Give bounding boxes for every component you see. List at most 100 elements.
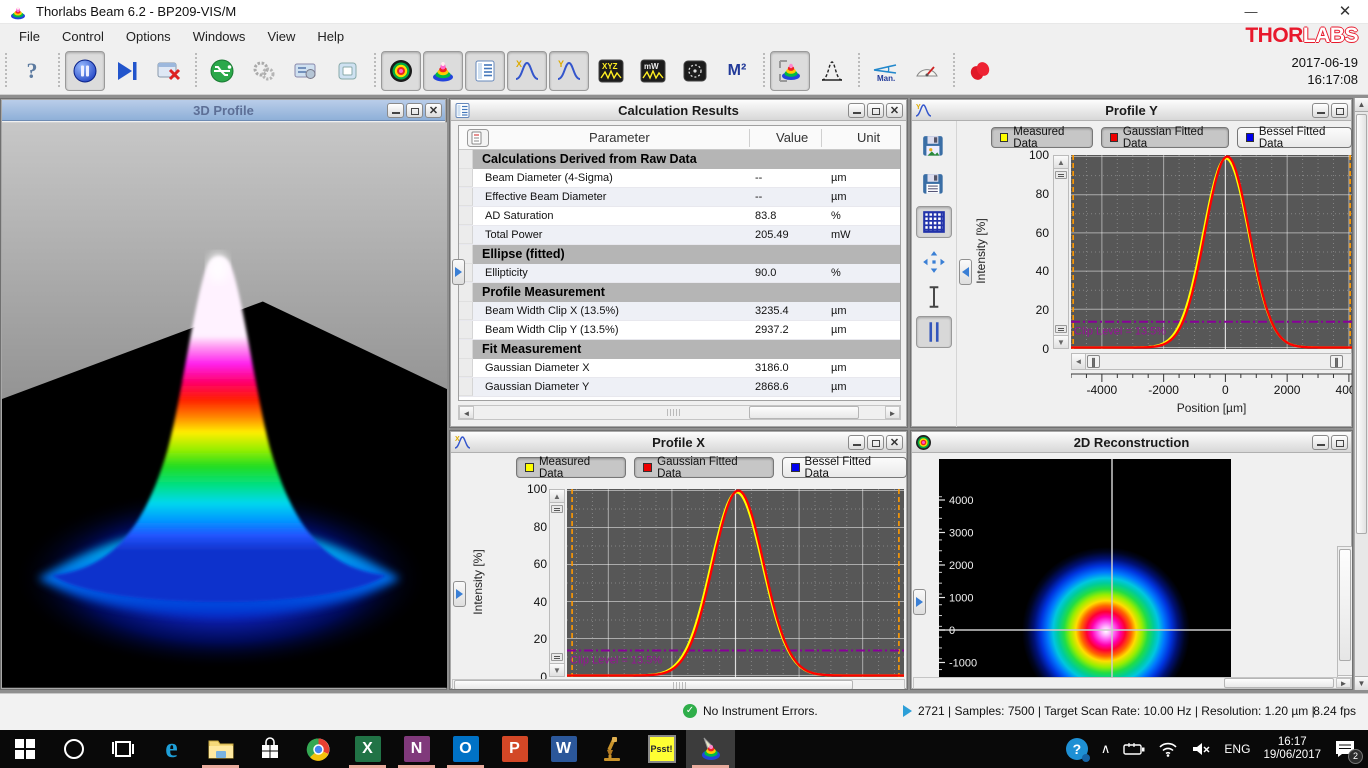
menu-help[interactable]: Help <box>306 26 355 47</box>
row-gutter[interactable] <box>459 150 473 169</box>
tray-help-icon[interactable]: ? <box>1066 738 1088 760</box>
3d-minimize-button[interactable] <box>387 103 404 118</box>
gauge-button[interactable] <box>907 51 947 91</box>
xyz-plot-button[interactable]: XYZ <box>591 51 631 91</box>
powerpoint[interactable]: P <box>490 730 539 768</box>
3d-close-button[interactable]: ✕ <box>425 103 442 118</box>
scroll-up-arrow[interactable]: ▲ <box>1355 98 1368 112</box>
recon-2d-view-button[interactable] <box>381 51 421 91</box>
profile_x-collapse-arrow[interactable] <box>453 581 466 607</box>
word[interactable]: W <box>539 730 588 768</box>
cortana-search-button[interactable] <box>49 730 98 768</box>
task-view-button[interactable] <box>98 730 147 768</box>
profile-3d-view-button[interactable] <box>423 51 463 91</box>
tray-chevron-icon[interactable]: ∧ <box>1101 741 1111 757</box>
slider-handle-bottom[interactable] <box>1055 325 1067 333</box>
msquared-button[interactable]: M² <box>717 51 757 91</box>
table-row[interactable]: Gaussian Diameter X3186.0µm <box>459 359 900 378</box>
profile-y-view-button[interactable]: Y <box>549 51 589 91</box>
menu-control[interactable]: Control <box>51 26 115 47</box>
app-minimize-button[interactable]: — <box>1236 4 1266 20</box>
profile-x-view-button[interactable]: X <box>507 51 547 91</box>
excel[interactable]: X <box>343 730 392 768</box>
recon-maximize-button[interactable] <box>1331 435 1348 450</box>
device-settings-button[interactable] <box>244 51 284 91</box>
recon-hscrollbar[interactable]: ► <box>913 677 1352 689</box>
calc-hscrollbar[interactable]: ◄ ► <box>458 405 901 420</box>
recon-2d-image[interactable]: 40003000200010000-1000-2000 <box>939 459 1231 689</box>
slider-up-arrow[interactable]: ▲ <box>550 490 564 503</box>
3d-profile-titlebar[interactable]: 3D Profile ✕ <box>2 100 445 121</box>
slider-left-arrow[interactable]: ◄ <box>1072 354 1086 369</box>
row-gutter[interactable] <box>459 359 473 377</box>
windows-store[interactable] <box>245 730 294 768</box>
calc-collapse-arrow[interactable] <box>452 259 465 285</box>
recon-vscrollbar[interactable]: ▼ <box>1337 546 1353 689</box>
tray-language[interactable]: ENG <box>1224 742 1250 756</box>
app-vscrollbar[interactable]: ▲ ▼ <box>1354 98 1368 690</box>
table-row[interactable]: Beam Diameter (4-Sigma)--µm <box>459 169 900 188</box>
table-row[interactable]: Beam Width Clip Y (13.5%)2937.2µm <box>459 321 900 340</box>
slider-handle-top[interactable] <box>1055 171 1067 179</box>
eraser-button[interactable] <box>960 51 1000 91</box>
menu-options[interactable]: Options <box>115 26 182 47</box>
table-row[interactable]: Total Power205.49mW <box>459 226 900 245</box>
profile_x-plot[interactable]: Clip Level = 13.5% <box>567 489 904 677</box>
app-close-button[interactable]: ✕ <box>1330 4 1360 20</box>
scroll-thumb[interactable] <box>1356 114 1367 534</box>
legend-bessel-fitted-data[interactable]: Bessel Fitted Data <box>782 457 907 478</box>
wifi-icon[interactable] <box>1158 741 1178 757</box>
slider-handle-top[interactable] <box>551 505 563 513</box>
menu-view[interactable]: View <box>256 26 306 47</box>
legend-measured-data[interactable]: Measured Data <box>516 457 626 478</box>
chrome-browser[interactable] <box>294 730 343 768</box>
slider-thumb-left[interactable]: ∥ <box>1087 355 1100 368</box>
camera-view-button[interactable] <box>675 51 715 91</box>
legend-measured-data[interactable]: Measured Data <box>991 127 1093 148</box>
table-row[interactable]: Gaussian Diameter Y2868.6µm <box>459 378 900 397</box>
calc-titlebar[interactable]: Calculation Results ✕ <box>451 100 906 121</box>
profile_x-hscrollbar[interactable] <box>452 679 905 690</box>
row-gutter[interactable] <box>459 340 473 359</box>
start-button[interactable] <box>0 730 49 768</box>
calc-maximize-button[interactable] <box>867 103 884 118</box>
row-gutter[interactable] <box>459 188 473 206</box>
slider-thumb-right[interactable]: ∥ <box>1330 355 1343 368</box>
row-gutter[interactable] <box>459 321 473 339</box>
usb-connect-button[interactable] <box>202 51 242 91</box>
col-unit[interactable]: Unit <box>857 130 880 145</box>
power-plot-button[interactable]: mW <box>633 51 673 91</box>
device-box-button[interactable] <box>328 51 368 91</box>
3d-maximize-button[interactable] <box>406 103 423 118</box>
profile_x-vslider[interactable]: ▲▼ <box>549 489 565 677</box>
calc-minimize-button[interactable] <box>848 103 865 118</box>
thorlabs-beam-app[interactable] <box>686 730 735 768</box>
battery-icon[interactable] <box>1123 742 1145 756</box>
3d-beam-surface[interactable] <box>2 121 447 689</box>
microscope-app[interactable] <box>588 730 637 768</box>
profile_y-vslider[interactable]: ▲▼ <box>1053 155 1069 349</box>
row-gutter[interactable] <box>459 207 473 225</box>
row-gutter[interactable] <box>459 302 473 320</box>
recon-minimize-button[interactable] <box>1312 435 1329 450</box>
close-window-button[interactable] <box>149 51 189 91</box>
legend-gaussian-fitted-data[interactable]: Gaussian Fitted Data <box>634 457 773 478</box>
row-gutter[interactable] <box>459 283 473 302</box>
table-row[interactable]: Effective Beam Diameter--µm <box>459 188 900 207</box>
menu-windows[interactable]: Windows <box>182 26 257 47</box>
beam-window-button[interactable] <box>770 51 810 91</box>
table-config-icon[interactable] <box>467 129 489 147</box>
profile_y-hslider[interactable]: ◄∥∥ <box>1071 353 1352 370</box>
slider-down-arrow[interactable]: ▼ <box>1054 335 1068 348</box>
notification-center-button[interactable]: 2 <box>1334 739 1356 759</box>
table-row[interactable]: Ellipticity90.0% <box>459 264 900 283</box>
app-titlebar[interactable]: Thorlabs Beam 6.2 - BP209-VIS/M — ✕ <box>0 0 1368 24</box>
volume-mute-icon[interactable] <box>1191 741 1211 757</box>
slider-down-arrow[interactable]: ▼ <box>550 663 564 676</box>
help-button[interactable]: ? <box>12 51 52 91</box>
recon-collapse-arrow[interactable] <box>913 589 926 615</box>
row-gutter[interactable] <box>459 378 473 396</box>
calc-results-view-button[interactable] <box>465 51 505 91</box>
edge-browser[interactable]: e <box>147 730 196 768</box>
slider-handle-bottom[interactable] <box>551 653 563 661</box>
